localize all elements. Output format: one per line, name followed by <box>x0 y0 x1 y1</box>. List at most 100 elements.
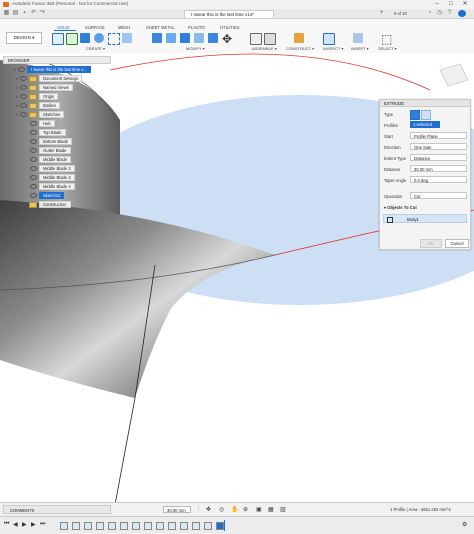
distance-heads-up-input[interactable]: 30.00 mm <box>163 506 191 513</box>
box-select-icon[interactable] <box>108 33 120 45</box>
timeline-feature[interactable] <box>84 522 92 530</box>
type-thin-icon[interactable] <box>421 110 431 120</box>
browser-item-bodies[interactable]: ▸ Bodies <box>16 102 60 110</box>
browser-header[interactable]: BROWSER <box>3 56 111 64</box>
taper-angle-input[interactable]: 0.0 deg <box>410 176 467 183</box>
play-icon[interactable]: ▶ <box>22 521 27 528</box>
tab-plastic[interactable]: PLASTIC <box>188 25 205 30</box>
cancel-button[interactable]: Cancel <box>445 239 469 248</box>
start-select[interactable]: Profile Plane <box>410 132 467 139</box>
eye-icon[interactable] <box>30 157 37 163</box>
timeline-feature[interactable] <box>180 522 188 530</box>
chamfer-icon[interactable] <box>180 33 190 43</box>
eye-icon[interactable] <box>20 94 27 100</box>
minimize-button[interactable]: – <box>430 0 444 9</box>
timeline-feature[interactable] <box>132 522 140 530</box>
operation-select[interactable]: Cut <box>410 192 467 199</box>
new-component-icon[interactable] <box>52 33 64 45</box>
group-construct[interactable]: CONSTRUCT ▾ <box>286 46 314 51</box>
profiles-selector[interactable]: 1 selected <box>410 121 440 128</box>
step-back-icon[interactable]: ◀ <box>13 521 18 528</box>
group-insert[interactable]: INSERT ▾ <box>351 46 369 51</box>
distance-input[interactable]: 30.00 mm <box>410 165 467 172</box>
browser-item-hub[interactable]: Hub <box>30 120 55 128</box>
display-settings-icon[interactable]: ▣ <box>256 506 262 513</box>
browser-item-middle-blade-3[interactable]: Middle Blade 3 <box>30 174 75 182</box>
extrude-dialog-header[interactable]: EXTRUDE <box>380 100 470 107</box>
apps-grid-icon[interactable]: ▦ <box>3 10 10 17</box>
tab-utilities[interactable]: UTILITIES <box>220 25 240 30</box>
file-menu-icon[interactable]: ▤ <box>12 10 19 17</box>
browser-item-middle-blade-4[interactable]: Middle Blade 4 <box>30 183 75 191</box>
new-tab-icon[interactable]: + <box>378 10 385 17</box>
shell-icon[interactable] <box>194 33 204 43</box>
timeline-feature[interactable] <box>192 522 200 530</box>
move-icon[interactable]: ✥ <box>222 32 232 46</box>
close-button[interactable]: ✕ <box>458 0 472 9</box>
ok-button[interactable]: OK <box>420 239 442 248</box>
user-avatar[interactable] <box>458 10 466 17</box>
timeline-feature-current[interactable] <box>216 522 224 530</box>
notification-bell-icon[interactable]: ◔ <box>426 10 433 17</box>
eye-icon[interactable] <box>20 85 27 91</box>
maximize-button[interactable]: □ <box>444 0 458 9</box>
body-checkbox[interactable] <box>387 216 393 223</box>
select-cursor-icon[interactable]: ⬚ <box>381 32 392 46</box>
browser-item-top-blade[interactable]: Top Blade <box>30 129 66 137</box>
group-inspect[interactable]: INSPECT ▾ <box>323 46 343 51</box>
type-solid-icon[interactable] <box>410 110 420 120</box>
group-create[interactable]: CREATE ▾ <box>86 46 105 51</box>
eye-icon[interactable] <box>30 139 37 145</box>
zoom-icon[interactable]: ⊕ <box>243 506 248 513</box>
group-assemble[interactable]: ASSEMBLE ▾ <box>252 46 277 51</box>
eye-icon[interactable] <box>20 103 27 109</box>
tab-surface[interactable]: SURFACE <box>85 25 105 30</box>
view-cube[interactable] <box>439 63 469 87</box>
insert-image-icon[interactable] <box>353 33 363 43</box>
eye-icon[interactable] <box>30 166 37 172</box>
measure-icon[interactable] <box>323 33 335 45</box>
browser-item-sketch12[interactable]: Sketch12 <box>30 192 65 200</box>
viewports-icon[interactable]: ▥ <box>280 506 286 513</box>
timeline-feature[interactable] <box>72 522 80 530</box>
joint-icon[interactable] <box>250 33 262 45</box>
timeline-feature[interactable] <box>120 522 128 530</box>
objects-to-cut-label[interactable]: ▾ Objects To Cut <box>384 205 417 210</box>
eye-icon[interactable] <box>30 184 37 190</box>
press-pull-icon[interactable] <box>152 33 162 43</box>
combine-icon[interactable] <box>208 33 218 43</box>
grid-icon[interactable]: ▦ <box>268 506 274 513</box>
go-to-end-icon[interactable]: ⏭ <box>40 521 45 528</box>
help-icon[interactable]: ? <box>446 10 453 17</box>
timeline-feature[interactable] <box>108 522 116 530</box>
timeline-feature[interactable] <box>204 522 212 530</box>
fillet-icon[interactable] <box>166 33 176 43</box>
orbit-icon[interactable]: ✥ <box>206 506 211 513</box>
objects-to-cut-row[interactable]: Body1 <box>383 214 467 223</box>
revolve-icon[interactable] <box>94 33 104 43</box>
group-select[interactable]: SELECT ▾ <box>378 46 397 51</box>
browser-item-middle-blade[interactable]: Middle Blade <box>30 156 72 164</box>
tab-mesh[interactable]: MESH <box>118 25 130 30</box>
redo-icon[interactable]: ↷ <box>39 10 46 17</box>
browser-root[interactable]: ▾ I swear this is the last time v... <box>14 66 91 74</box>
timeline-feature[interactable] <box>168 522 176 530</box>
eye-icon[interactable] <box>30 121 37 127</box>
timeline-feature[interactable] <box>96 522 104 530</box>
save-icon[interactable]: ▪ <box>21 10 28 17</box>
browser-item-construction[interactable]: ▸ Construction <box>16 201 71 209</box>
step-forward-icon[interactable]: ▶ <box>31 521 36 528</box>
group-modify[interactable]: MODIFY ▾ <box>186 46 205 51</box>
create-sketch-icon[interactable] <box>66 33 78 45</box>
browser-item-outter-blade[interactable]: Outter Blade <box>30 147 71 155</box>
timeline-feature[interactable] <box>60 522 68 530</box>
extrude-icon[interactable] <box>80 33 90 43</box>
browser-item-document-settings[interactable]: ▸ Document Settings <box>16 75 83 83</box>
timeline-marker[interactable] <box>224 520 225 531</box>
browser-item-bottom-blade[interactable]: Bottom Blade <box>30 138 73 146</box>
look-at-icon[interactable]: ◎ <box>219 506 224 513</box>
offset-plane-icon[interactable] <box>294 33 304 43</box>
go-to-start-icon[interactable]: ⏮ <box>4 521 9 528</box>
more-options-icon[interactable]: ⋮ <box>196 506 201 512</box>
eye-icon[interactable] <box>30 130 37 136</box>
